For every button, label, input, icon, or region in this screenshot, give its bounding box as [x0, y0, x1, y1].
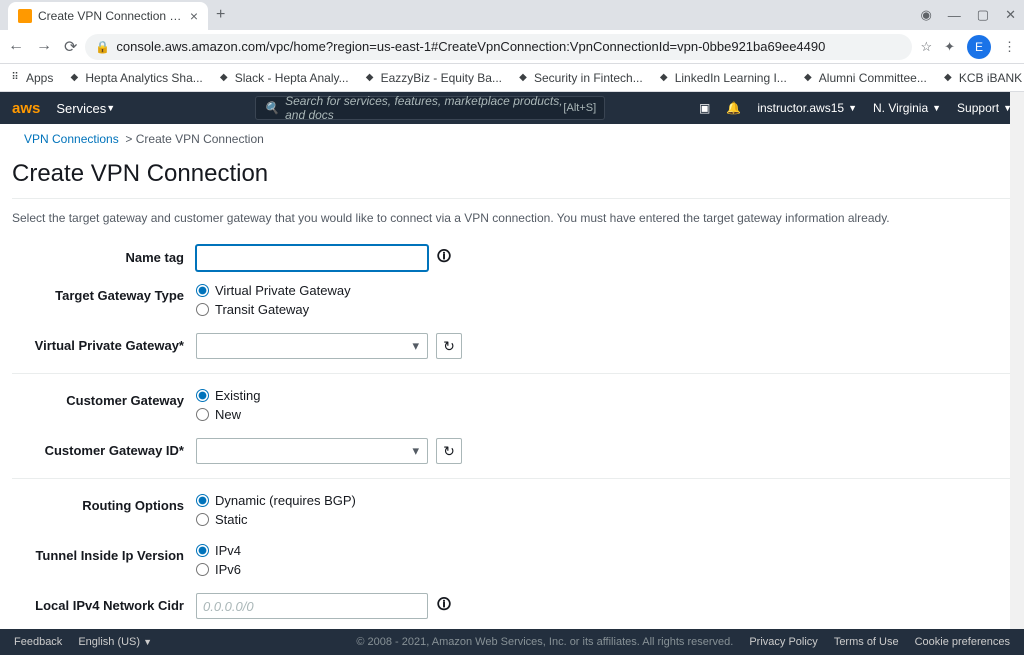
search-icon: 🔍: [264, 101, 279, 115]
account-menu[interactable]: instructor.aws15 ▼: [757, 101, 857, 115]
apps-button[interactable]: ⠿Apps: [8, 71, 53, 85]
refresh-icon: ↻: [443, 443, 455, 460]
radio-ipv6[interactable]: IPv6: [196, 562, 241, 577]
bookmark-item[interactable]: ◆Security in Fintech...: [516, 71, 643, 85]
new-tab-button[interactable]: +: [216, 6, 225, 24]
breadcrumb: VPN Connections > Create VPN Connection: [12, 124, 1012, 154]
bookmark-item[interactable]: ◆Slack - Hepta Analy...: [217, 71, 349, 85]
routing-options-label: Routing Options: [12, 493, 196, 513]
target-gateway-type-label: Target Gateway Type: [12, 283, 196, 303]
scrollbar[interactable]: [1010, 92, 1024, 629]
region-menu[interactable]: N. Virginia ▼: [873, 101, 941, 115]
bookmark-item[interactable]: ◆Alumni Committee...: [801, 71, 927, 85]
breadcrumb-current: Create VPN Connection: [136, 132, 264, 146]
tab-title: Create VPN Connection | VPC M...: [38, 9, 184, 23]
cgw-refresh-button[interactable]: ↻: [436, 438, 462, 464]
bookmark-icon: ◆: [516, 71, 530, 85]
menu-icon[interactable]: ⋮: [1003, 39, 1016, 55]
url-text: console.aws.amazon.com/vpc/home?region=u…: [116, 39, 825, 54]
local-cidr-input[interactable]: [196, 593, 428, 619]
lock-icon: 🔒: [95, 40, 110, 54]
bookmark-item[interactable]: ◆EazzyBiz - Equity Ba...: [363, 71, 502, 85]
maximize-button[interactable]: ▢: [977, 7, 989, 23]
support-menu[interactable]: Support ▼: [957, 101, 1012, 115]
tab-close-icon[interactable]: ×: [190, 8, 198, 24]
reload-button[interactable]: ⟳: [64, 37, 77, 57]
refresh-icon: ↻: [443, 338, 455, 355]
url-input[interactable]: 🔒 console.aws.amazon.com/vpc/home?region…: [85, 34, 912, 60]
customer-gateway-id-select[interactable]: [196, 438, 428, 464]
radio-routing-dynamic[interactable]: Dynamic (requires BGP): [196, 493, 356, 508]
browser-tab-bar: Create VPN Connection | VPC M... × + ◉ —…: [0, 0, 1024, 30]
vpg-select[interactable]: [196, 333, 428, 359]
radio-routing-static[interactable]: Static: [196, 512, 356, 527]
local-cidr-label: Local IPv4 Network Cidr: [12, 593, 196, 613]
vpg-label: Virtual Private Gateway*: [12, 333, 196, 353]
star-bookmark-icon[interactable]: ☆: [920, 39, 932, 55]
search-placeholder: Search for services, features, marketpla…: [285, 94, 563, 122]
tab-favicon-icon: [18, 9, 32, 23]
radio-cgw-existing[interactable]: Existing: [196, 388, 261, 403]
radio-virtual-private-gateway[interactable]: Virtual Private Gateway: [196, 283, 351, 298]
address-bar: ← → ⟳ 🔒 console.aws.amazon.com/vpc/home?…: [0, 30, 1024, 64]
bookmark-icon: ◆: [67, 71, 81, 85]
minimize-button[interactable]: —: [948, 8, 961, 23]
radio-transit-gateway[interactable]: Transit Gateway: [196, 302, 351, 317]
tunnel-ip-version-label: Tunnel Inside Ip Version: [12, 543, 196, 563]
bookmark-item[interactable]: ◆KCB iBANK: [941, 71, 1022, 85]
vpg-refresh-button[interactable]: ↻: [436, 333, 462, 359]
back-button[interactable]: ←: [8, 37, 24, 57]
radio-cgw-new[interactable]: New: [196, 407, 261, 422]
feedback-link[interactable]: Feedback: [14, 636, 62, 648]
page-title: Create VPN Connection: [12, 160, 1012, 188]
privacy-link[interactable]: Privacy Policy: [749, 636, 817, 648]
console-footer: Feedback English (US) ▼ © 2008 - 2021, A…: [0, 629, 1024, 655]
customer-gateway-label: Customer Gateway: [12, 388, 196, 408]
browser-tab[interactable]: Create VPN Connection | VPC M... ×: [8, 2, 208, 30]
profile-avatar[interactable]: E: [967, 35, 991, 59]
language-menu[interactable]: English (US) ▼: [78, 636, 152, 648]
name-tag-label: Name tag: [12, 245, 196, 265]
bookmark-icon: ◆: [657, 71, 671, 85]
bookmark-icon: ◆: [363, 71, 377, 85]
apps-icon: ⠿: [8, 71, 22, 85]
close-window-button[interactable]: ✕: [1005, 7, 1016, 23]
aws-console-header: aws Services ▼ 🔍 Search for services, fe…: [0, 92, 1024, 124]
copyright-text: © 2008 - 2021, Amazon Web Services, Inc.…: [356, 636, 733, 648]
extensions-icon[interactable]: ✦: [944, 39, 955, 55]
search-shortcut: [Alt+S]: [563, 102, 596, 114]
info-icon[interactable]: 🛈: [436, 250, 452, 266]
info-icon[interactable]: 🛈: [436, 598, 452, 614]
name-tag-input[interactable]: [196, 245, 428, 271]
services-menu[interactable]: Services ▼: [56, 101, 115, 116]
notifications-icon[interactable]: 🔔: [726, 101, 741, 115]
customer-gateway-id-label: Customer Gateway ID*: [12, 438, 196, 458]
forward-button[interactable]: →: [36, 37, 52, 57]
aws-logo[interactable]: aws: [12, 100, 40, 117]
cookie-link[interactable]: Cookie preferences: [915, 636, 1010, 648]
bookmark-item[interactable]: ◆LinkedIn Learning I...: [657, 71, 787, 85]
cloudshell-icon[interactable]: ▣: [699, 101, 710, 115]
bookmark-icon: ◆: [217, 71, 231, 85]
bookmark-item[interactable]: ◆Hepta Analytics Sha...: [67, 71, 202, 85]
terms-link[interactable]: Terms of Use: [834, 636, 899, 648]
aws-search-input[interactable]: 🔍 Search for services, features, marketp…: [255, 96, 605, 120]
bookmark-icon: ◆: [801, 71, 815, 85]
bookmark-icon: ◆: [941, 71, 955, 85]
main-content: VPN Connections > Create VPN Connection …: [0, 124, 1024, 629]
breadcrumb-link[interactable]: VPN Connections: [24, 132, 119, 146]
bookmarks-bar: ⠿Apps ◆Hepta Analytics Sha... ◆Slack - H…: [0, 64, 1024, 92]
page-description: Select the target gateway and customer g…: [12, 211, 1012, 225]
radio-ipv4[interactable]: IPv4: [196, 543, 241, 558]
record-icon[interactable]: ◉: [920, 7, 931, 23]
